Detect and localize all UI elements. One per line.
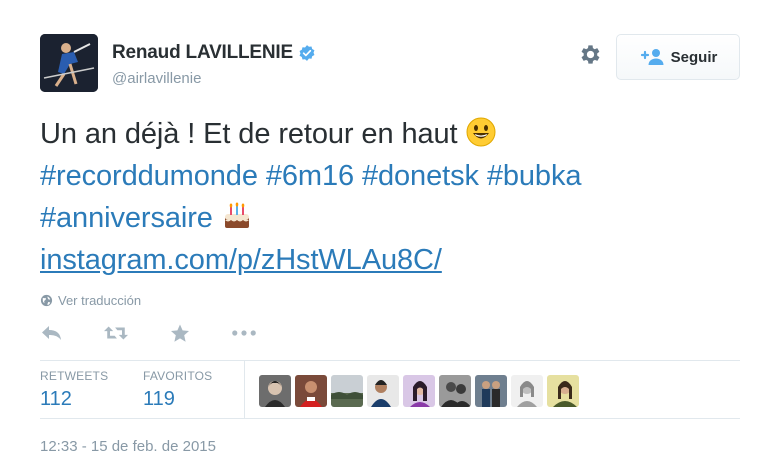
hashtag-link[interactable]: #bubka [487,160,582,192]
birthday-cake-emoji [224,202,249,228]
user-avatar[interactable] [40,34,98,92]
favoriters-list [259,375,583,407]
user-fullname[interactable]: Renaud LAVILLENIE [112,42,293,64]
instagram-link[interactable]: instagram.com/p/zHstWLAu8C/ [40,244,442,276]
favoriter-avatar[interactable] [259,375,291,407]
retweets-count: 112 [40,388,72,410]
follow-button[interactable]: Seguir [616,34,740,80]
tweet-line-3: #anniversaire [40,197,730,239]
user-name-row: Renaud LAVILLENIE [112,42,316,64]
verified-badge-icon [299,45,315,61]
retweet-button[interactable] [104,322,128,344]
retweets-label: RETWEETS [40,369,109,383]
retweet-icon [104,326,128,340]
follow-label: Seguir [670,48,718,66]
favorite-star-icon [171,324,189,342]
hashtag-link[interactable]: #anniversaire [40,202,213,234]
favoriter-avatar[interactable] [475,375,507,407]
tweet-line-2: #recorddumonde #6m16 #donetsk #bubka [40,155,730,197]
tweet-actions [40,322,256,344]
hashtag-link[interactable]: #recorddumonde [40,160,258,192]
globe-icon [40,294,53,307]
more-dots-icon [232,330,256,336]
tweet-line-1: Un an déjà ! Et de retour en haut [40,113,730,155]
more-button[interactable] [232,322,256,344]
favoriter-avatar[interactable] [331,375,363,407]
favorite-button[interactable] [168,322,192,344]
hashtag-link[interactable]: #donetsk [362,160,479,192]
translate-label: Ver traducción [58,293,142,308]
favorites-count: 119 [143,388,175,410]
gear-icon[interactable] [578,42,603,67]
smiley-face-emoji [466,117,496,147]
retweets-stat[interactable]: RETWEETS 112 [40,369,108,411]
translate-link[interactable]: Ver traducción [40,293,141,308]
favorites-label: FAVORITOS [143,369,213,383]
tweet-text-line1: Un an déjà ! Et de retour en haut [40,118,466,150]
user-handle[interactable]: @airlavillenie [112,70,201,87]
reply-button[interactable] [40,322,64,344]
divider [40,418,740,419]
favoriter-avatar[interactable] [295,375,327,407]
favoriter-avatar[interactable] [547,375,579,407]
follow-person-plus-icon [640,49,664,65]
favoriter-avatar[interactable] [439,375,471,407]
divider [40,360,740,361]
tweet-text: Un an déjà ! Et de retour en haut #recor… [40,113,730,281]
stats-divider [244,360,245,418]
reply-icon [42,326,61,340]
favoriter-avatar[interactable] [511,375,543,407]
hashtag-link[interactable]: #6m16 [266,160,354,192]
favoriter-avatar[interactable] [403,375,435,407]
favoriter-avatar[interactable] [367,375,399,407]
tweet-line-4: instagram.com/p/zHstWLAu8C/ [40,239,730,281]
favorites-stat[interactable]: FAVORITOS 119 [143,369,212,411]
tweet-timestamp[interactable]: 12:33 - 15 de feb. de 2015 [40,438,216,455]
